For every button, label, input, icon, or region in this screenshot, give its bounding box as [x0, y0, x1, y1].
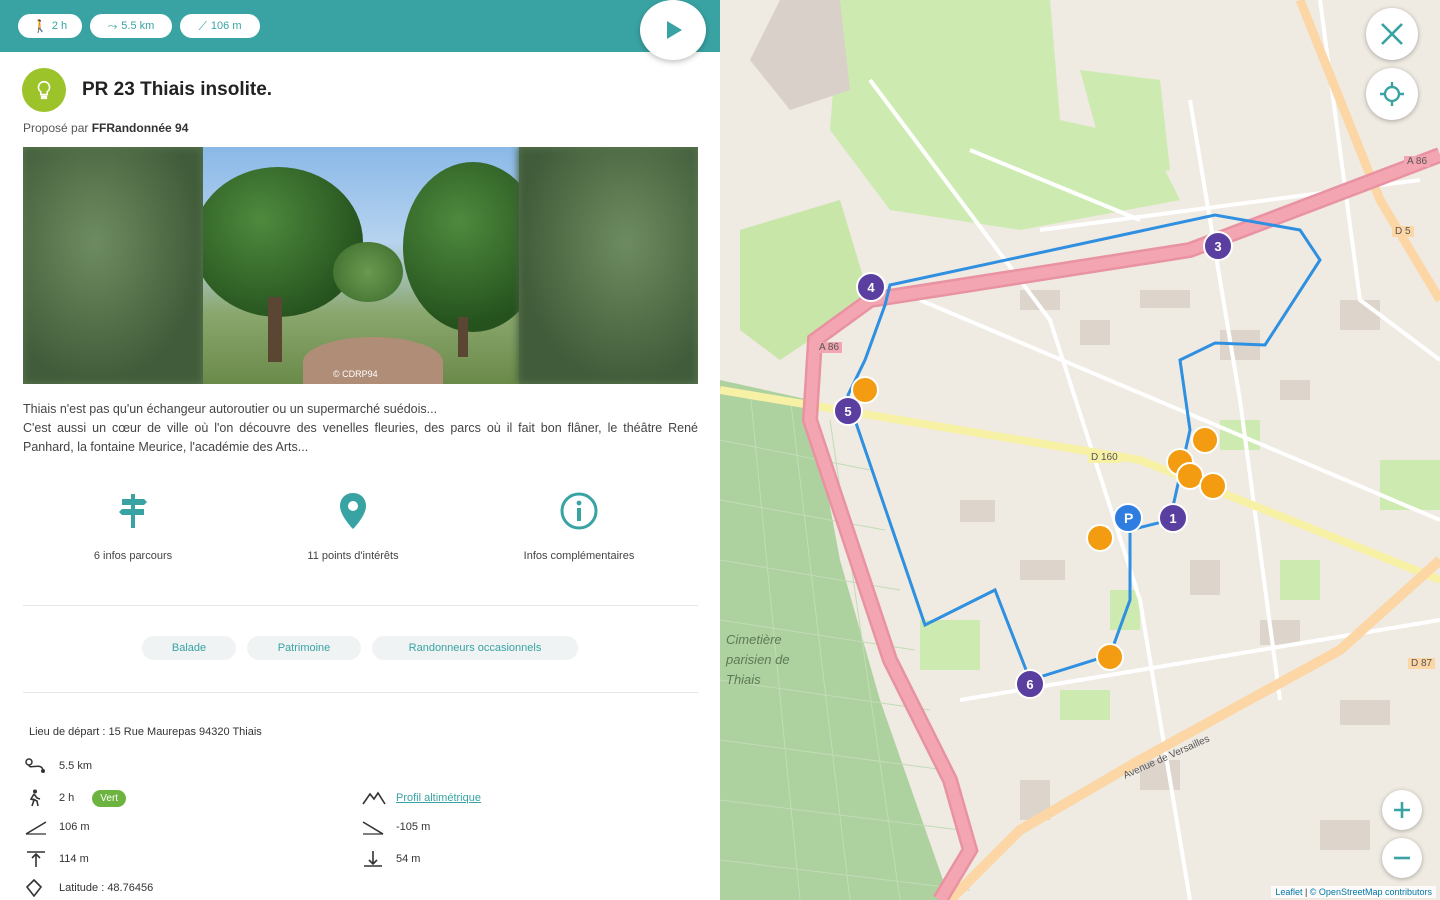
- elevation-up-icon: [25, 818, 49, 836]
- route-map[interactable]: Cimetière parisien de Thiais D 160 D 87 …: [720, 0, 1440, 900]
- route-photo[interactable]: © CDRP94: [23, 147, 698, 384]
- minus-icon: [1394, 856, 1410, 860]
- waypoint-5[interactable]: 5: [833, 396, 863, 426]
- elevation-loss-stat: -105 m: [362, 818, 430, 836]
- author-prefix: Proposé par: [23, 121, 89, 135]
- description-line-1: Thiais n'est pas qu'un échangeur autorou…: [23, 402, 438, 416]
- min-altitude-icon: [362, 850, 386, 868]
- distance-icon: ⤳: [107, 18, 118, 33]
- photo-blur-right: [518, 147, 698, 384]
- zoom-in-button[interactable]: [1382, 790, 1422, 830]
- points-of-interest-label: 11 points d'intérêts: [307, 550, 399, 562]
- duration-stat: 2 h Vert: [25, 789, 127, 807]
- tag-balade[interactable]: Balade: [142, 636, 236, 660]
- leaflet-link[interactable]: Leaflet: [1275, 887, 1302, 897]
- latitude-value: Latitude : 48.76456: [59, 882, 154, 894]
- latitude-stat: Latitude : 48.76456: [25, 879, 153, 897]
- min-altitude-stat: 54 m: [362, 850, 420, 868]
- zoom-out-button[interactable]: [1382, 838, 1422, 878]
- profile-stat: Profil altimétrique: [362, 789, 481, 807]
- waypoint-4[interactable]: 4: [856, 272, 886, 302]
- crosshair-icon: [1380, 82, 1404, 106]
- close-map-button[interactable]: [1366, 8, 1418, 60]
- locate-me-button[interactable]: [1366, 68, 1418, 120]
- route-summary-bar: 🚶 2 h ⤳ 5.5 km ⟋ 106 m: [0, 0, 720, 52]
- distance-pill-label: 5.5 km: [121, 20, 155, 32]
- duration-pill: 🚶 2 h: [18, 14, 82, 38]
- max-altitude-stat: 114 m: [25, 850, 89, 868]
- map-attribution: Leaflet | © OpenStreetMap contributors: [1271, 886, 1436, 898]
- description-line-2: C'est aussi un cœur de ville où l'on déc…: [23, 421, 698, 454]
- max-altitude-value: 114 m: [59, 853, 89, 865]
- photo-main: © CDRP94: [203, 147, 519, 384]
- additional-info-label: Infos complémentaires: [523, 550, 635, 562]
- distance-value: 5.5 km: [59, 760, 93, 772]
- route-title-row: PR 23 Thiais insolite.: [22, 68, 272, 112]
- waypoint-1[interactable]: 1: [1158, 503, 1188, 533]
- waypoint-3[interactable]: 3: [1203, 231, 1233, 261]
- mountain-icon: [362, 789, 386, 807]
- lightbulb-icon: [22, 68, 66, 112]
- difficulty-badge: Vert: [92, 789, 127, 807]
- divider: [23, 692, 698, 693]
- parking-icon: P: [1124, 510, 1134, 526]
- elevation-down-icon: [362, 818, 386, 836]
- route-description: Thiais n'est pas qu'un échangeur autorou…: [23, 400, 698, 457]
- route-title: PR 23 Thiais insolite.: [82, 79, 273, 100]
- play-icon: [667, 21, 682, 39]
- route-author: Proposé par FFRandonnée 94: [23, 121, 188, 135]
- photo-blur-left: [23, 147, 203, 384]
- divider: [23, 605, 698, 606]
- start-navigation-button[interactable]: [640, 0, 706, 60]
- elevation-pill-label: 106 m: [210, 20, 242, 32]
- distance-icon: [25, 757, 49, 775]
- duration-pill-label: 2 h: [51, 20, 68, 32]
- elevation-loss-value: -105 m: [396, 821, 431, 833]
- tag-patrimoine[interactable]: Patrimoine: [247, 636, 361, 660]
- close-icon: [1381, 23, 1403, 45]
- min-altitude-value: 54 m: [396, 853, 421, 865]
- elevation-gain-stat: 106 m: [25, 818, 90, 836]
- plus-icon: [1394, 802, 1410, 818]
- location-icon: [25, 879, 49, 897]
- waypoint-6[interactable]: 6: [1015, 669, 1045, 699]
- route-info-label: 6 infos parcours: [93, 550, 173, 562]
- points-of-interest-button[interactable]: 11 points d'intérêts: [263, 490, 443, 562]
- map-pin-icon: [263, 490, 443, 532]
- author-name: FFRandonnée 94: [91, 121, 189, 135]
- osm-link[interactable]: © OpenStreetMap contributors: [1310, 887, 1432, 897]
- map-markers: [851, 376, 1227, 671]
- route-detail-panel: 🚶 2 h ⤳ 5.5 km ⟋ 106 m PR 23 Thiais inso…: [0, 0, 720, 900]
- elevation-pill: ⟋ 106 m: [180, 14, 260, 38]
- photo-credit: © CDRP94: [333, 369, 378, 379]
- route-info-button[interactable]: 6 infos parcours: [43, 490, 223, 562]
- tag-randonneurs-occasionnels[interactable]: Randonneurs occasionnels: [372, 636, 578, 660]
- signpost-icon: [43, 490, 223, 532]
- additional-info-button[interactable]: Infos complémentaires: [489, 490, 669, 562]
- max-altitude-icon: [25, 850, 49, 868]
- info-icon: [489, 490, 669, 532]
- elevation-gain-value: 106 m: [59, 821, 90, 833]
- start-location: Lieu de départ : 15 Rue Maurepas 94320 T…: [29, 726, 262, 738]
- distance-pill: ⤳ 5.5 km: [90, 14, 172, 38]
- elevation-up-icon: ⟋: [198, 18, 207, 33]
- hiker-icon: 🚶: [32, 19, 48, 33]
- hiker-icon: [25, 789, 49, 807]
- elevation-profile-link[interactable]: Profil altimétrique: [396, 792, 481, 804]
- distance-stat: 5.5 km: [25, 757, 92, 775]
- duration-value: 2 h: [59, 792, 75, 804]
